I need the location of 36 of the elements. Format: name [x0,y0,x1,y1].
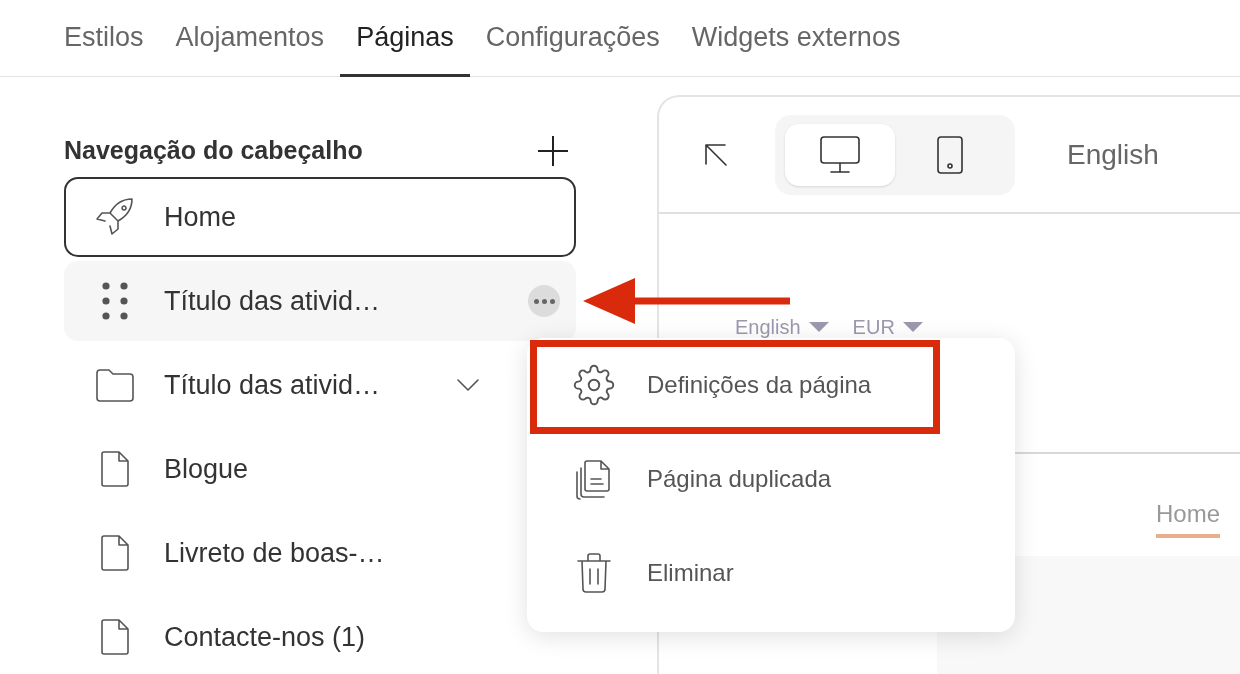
nav-item-label: Título das ativid… [164,368,382,402]
settings-icon [573,364,615,406]
nav-item-label: Livreto de boas-… [164,536,386,570]
more-button[interactable] [528,285,560,317]
menu-item-label: Página duplicada [647,464,832,494]
folder-icon [95,367,135,403]
phone-icon [935,134,965,175]
section-title: Navegação do cabeçalho [64,135,363,167]
arrow-up-left-icon[interactable] [703,141,729,168]
page-icon [98,450,132,488]
tab[interactable]: Widgets externos [675,0,917,77]
copy-icon [575,458,613,500]
trash-icon [576,552,612,594]
nav-item-label: Contacte-nos (1) [164,620,367,654]
tab[interactable]: Configurações [469,0,676,77]
tab[interactable]: Páginas [340,0,470,77]
caret-icon [808,322,829,332]
nav-item-label: Blogue [164,452,250,486]
nav-item[interactable]: Título das ativid… [64,261,576,341]
language-label[interactable]: English [1067,133,1159,176]
chevron-down-icon[interactable] [456,378,480,392]
page-icon [98,618,132,656]
device-button[interactable] [785,123,895,186]
add-icon[interactable] [536,134,570,168]
drag-handle-icon[interactable] [102,282,128,320]
tab[interactable]: Estilos [48,0,160,77]
nav-item-label: Home [164,200,238,234]
page-icon [98,534,132,572]
monitor-icon [819,134,861,175]
caret-icon [902,322,923,332]
rocket-icon [94,197,136,237]
tab[interactable]: Alojamentos [159,0,341,77]
menu-item-label: Definições da página [647,370,872,400]
menu-item-label: Eliminar [647,558,734,588]
nav-item-label: Título das ativid… [164,284,382,318]
nav-item[interactable]: Home [64,177,576,257]
